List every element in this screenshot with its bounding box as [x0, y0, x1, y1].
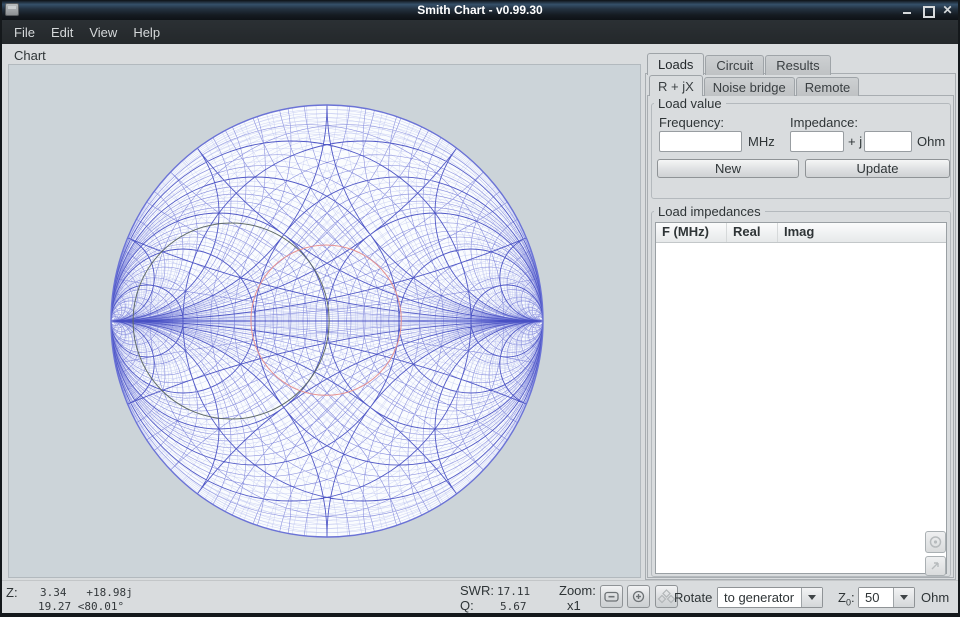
subtab-noise-bridge[interactable]: Noise bridge [704, 77, 795, 96]
window-border-left [0, 0, 2, 617]
impedance-label: Impedance: [790, 115, 858, 130]
zoom-out-button[interactable] [600, 585, 623, 608]
chevron-down-icon [808, 595, 816, 600]
tab-circuit[interactable]: Circuit [705, 55, 764, 75]
q-label: Q: [460, 598, 474, 613]
window-border-bottom [0, 613, 960, 617]
load-impedances-table[interactable]: F (MHz) Real Imag [655, 222, 947, 574]
menu-view[interactable]: View [81, 22, 125, 43]
frequency-input[interactable] [659, 131, 742, 152]
rotate-dropdown-arrow[interactable] [801, 588, 822, 607]
q-value: 5.67 [500, 600, 527, 613]
frequency-label: Frequency: [659, 115, 724, 130]
main-tabs: Loads Circuit Results [647, 53, 832, 75]
zoom-out-icon [601, 586, 622, 607]
zoom-in-button[interactable] [627, 585, 650, 608]
tab-loads[interactable]: Loads [647, 53, 704, 75]
column-real[interactable]: Real [727, 223, 778, 242]
close-button[interactable]: ✕ [941, 4, 954, 17]
load-subtabs: R + jX Noise bridge Remote [649, 75, 860, 96]
swr-value: 17.11 [497, 585, 530, 598]
column-f-mhz[interactable]: F (MHz) [656, 223, 727, 242]
title-bar[interactable]: Smith Chart - v0.99.30 ✕ [0, 0, 960, 20]
arrow-icon [926, 557, 945, 575]
smith-chart[interactable] [9, 65, 640, 577]
target-icon [926, 532, 945, 552]
zoom-label: Zoom: [559, 583, 596, 598]
chart-frame [8, 64, 641, 578]
window-title: Smith Chart - v0.99.30 [0, 3, 960, 17]
z0-dropdown-arrow[interactable] [893, 588, 914, 607]
update-button[interactable]: Update [805, 159, 950, 178]
table-header: F (MHz) Real Imag [656, 223, 946, 243]
rotate-label: Rotate [674, 590, 712, 605]
app-icon [5, 3, 19, 16]
status-bar: Z: 3.34 +18.98j 19.27 <80.01° SWR: 17.11… [0, 580, 960, 612]
impedance-real-input[interactable] [790, 131, 844, 152]
chevron-down-icon [900, 595, 908, 600]
new-button[interactable]: New [657, 159, 799, 178]
z-rect-value: 3.34 +18.98j [40, 586, 133, 599]
chart-frame-label: Chart [14, 48, 46, 63]
load-value-frame-label: Load value [654, 96, 726, 111]
swr-label: SWR: [460, 583, 494, 598]
ohm-label: Ohm [921, 590, 949, 605]
z0-selected-value: 50 [859, 588, 893, 607]
tab-results[interactable]: Results [765, 55, 830, 75]
app-window: Smith Chart - v0.99.30 ✕ File Edit View … [0, 0, 960, 617]
plus-j-label: + j [848, 134, 862, 149]
minimize-button[interactable] [901, 4, 914, 17]
menu-file[interactable]: File [6, 22, 43, 43]
table-body[interactable] [656, 243, 946, 574]
subtab-remote[interactable]: Remote [796, 77, 860, 96]
list-target-button[interactable] [925, 531, 946, 553]
rotate-selected-value: to generator [718, 588, 801, 607]
zoom-in-icon [628, 586, 649, 607]
column-imag[interactable]: Imag [778, 223, 946, 242]
z-polar-value: 19.27 <80.01° [38, 600, 124, 613]
menu-edit[interactable]: Edit [43, 22, 81, 43]
frequency-unit-label: MHz [748, 134, 775, 149]
z-label: Z: [6, 585, 18, 600]
z0-label: Z0: [838, 590, 855, 608]
list-arrow-button[interactable] [925, 556, 946, 576]
zoom-value: x1 [567, 598, 581, 613]
impedance-unit-label: Ohm [917, 134, 945, 149]
load-impedances-frame-label: Load impedances [654, 204, 765, 219]
menu-bar: File Edit View Help [0, 20, 960, 44]
subtab-rjx[interactable]: R + jX [649, 75, 703, 96]
z0-select[interactable]: 50 [858, 587, 915, 608]
maximize-button[interactable] [921, 4, 934, 17]
menu-help[interactable]: Help [125, 22, 168, 43]
impedance-imag-input[interactable] [864, 131, 912, 152]
rotate-select[interactable]: to generator [717, 587, 823, 608]
